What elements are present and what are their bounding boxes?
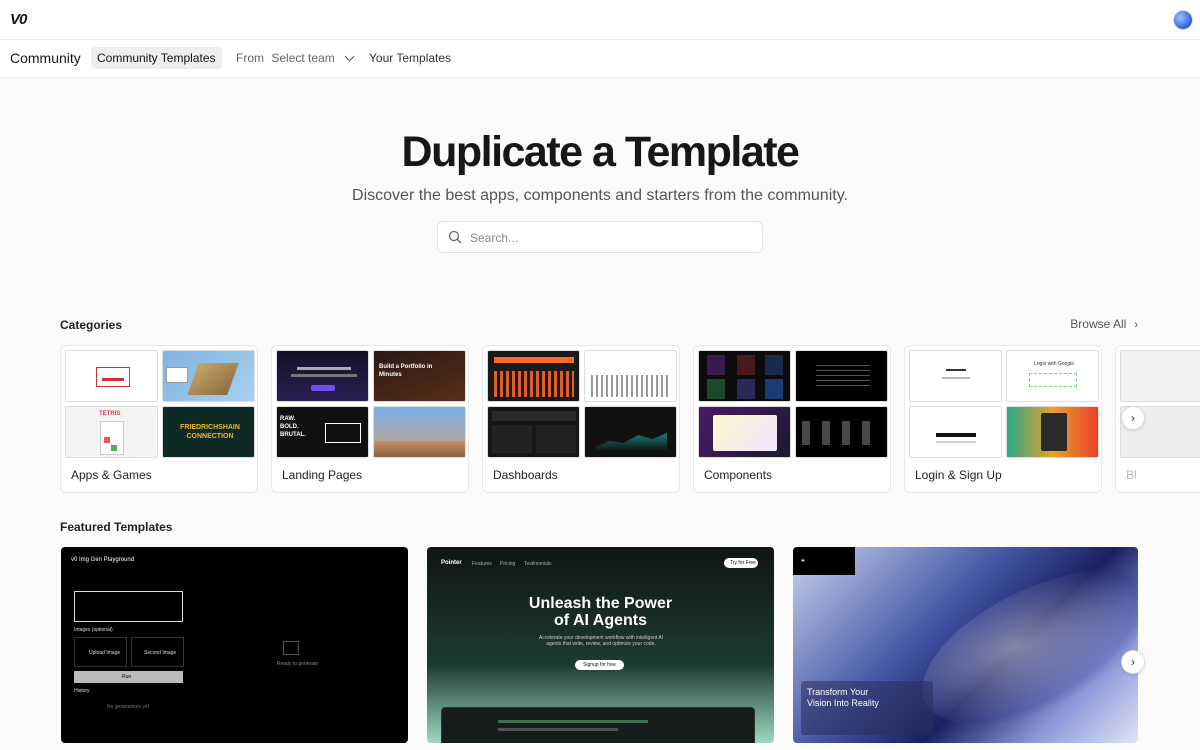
thumbnail-image <box>1006 406 1099 458</box>
featured-card-pointer[interactable]: Pointer Features Pricing Testimonials Tr… <box>427 547 774 743</box>
login-google-text: Login with Google <box>1033 361 1075 367</box>
code-editor-preview <box>441 707 755 743</box>
thumbnail-image <box>909 350 1002 402</box>
thumbnail-image <box>584 406 677 458</box>
pointer-description: Accelerate your development workflow wit… <box>538 635 664 647</box>
chevron-right-icon: › <box>1131 655 1135 669</box>
thumbnail-image: RAW. BOLD. BRUTAL. <box>276 406 369 458</box>
prompt-textarea <box>74 591 183 622</box>
pointer-headline: Unleash the Power of AI Agents <box>528 595 673 629</box>
thumbnail-image <box>162 350 255 402</box>
thumbnail-image <box>276 350 369 402</box>
featured-next-button[interactable]: › <box>1121 650 1145 674</box>
sub-nav: Community Community Templates From Selec… <box>0 40 1200 78</box>
nav-link: Testimonials <box>524 561 552 567</box>
logo-badge: ❝ <box>793 547 855 575</box>
thumbnail-image: Login with Google <box>1006 350 1099 402</box>
thumbnail-image <box>698 350 791 402</box>
categories-heading: Categories <box>60 318 123 332</box>
browse-all-link[interactable]: Browse All › <box>1070 317 1138 331</box>
top-bar: V0 <box>0 0 1200 40</box>
category-thumbnails <box>486 349 678 458</box>
category-card-landing-pages[interactable]: Build a Portfolio in Minutes RAW. BOLD. … <box>271 345 469 493</box>
pointer-brand: Pointer <box>441 560 462 566</box>
thumbnail-image <box>909 406 1002 458</box>
category-card-apps-games[interactable]: TETRIS FRIEDRICHSHAIN CONNECTION Apps & … <box>60 345 258 493</box>
category-card-login-signup[interactable]: Login with Google Login & Sign Up <box>904 345 1102 493</box>
thumbnail-image <box>795 406 888 458</box>
from-label: From <box>236 51 264 65</box>
featured-heading: Featured Templates <box>60 520 173 534</box>
category-label: Dashboards <box>493 468 558 482</box>
v0-logo[interactable]: V0 <box>10 11 27 28</box>
category-label: Bl <box>1126 468 1137 482</box>
category-thumbnails: TETRIS FRIEDRICHSHAIN CONNECTION <box>64 349 256 458</box>
thumbnail-image <box>487 406 580 458</box>
category-label: Landing Pages <box>282 468 363 482</box>
thumbnail-image <box>698 406 791 458</box>
category-card-components[interactable]: Components <box>693 345 891 493</box>
search-input[interactable] <box>470 228 750 248</box>
category-card-dashboards[interactable]: Dashboards <box>482 345 680 493</box>
thumbnail-image <box>795 350 888 402</box>
try-free-button: Try for Free <box>724 558 758 568</box>
chevron-right-icon: › <box>1134 319 1138 331</box>
chevron-down-icon <box>344 51 355 62</box>
search-box[interactable] <box>437 221 763 253</box>
category-thumbnails <box>697 349 889 458</box>
category-label: Apps & Games <box>71 468 152 482</box>
category-thumbnails: Login with Google <box>908 349 1100 458</box>
raw-bold-brutal: RAW. BOLD. BRUTAL. <box>280 416 306 438</box>
history-label: History <box>74 688 90 694</box>
upload-box: Upload Image <box>74 637 127 667</box>
category-label: Components <box>704 468 773 482</box>
signup-button: Signup for free <box>575 660 624 670</box>
empty-history-text: No generations yet <box>107 704 149 710</box>
tab-your-templates[interactable]: Your Templates <box>363 47 457 69</box>
featured-card-transform[interactable]: ❝ Transform Your Vision Into Reality <box>793 547 1138 743</box>
tetris-title: TETRIS <box>99 411 121 417</box>
thumbnail-image <box>1120 350 1200 402</box>
second-upload-box: Second Image <box>131 637 184 667</box>
search-icon <box>448 230 462 244</box>
category-label: Login & Sign Up <box>915 468 1002 482</box>
team-select-value: Select team <box>271 51 335 65</box>
run-button: Run <box>74 671 183 683</box>
featured-app-title: v0 Img Gen Playground <box>71 557 135 563</box>
ready-text: Ready to generate <box>277 661 319 667</box>
featured-card-img-gen[interactable]: v0 Img Gen Playground Images (optional) … <box>61 547 408 743</box>
thumbnail-image: Build a Portfolio in Minutes <box>373 350 466 402</box>
page-section-title[interactable]: Community <box>10 50 81 66</box>
thumbnail-image <box>584 350 677 402</box>
portfolio-headline: Build a Portfolio in Minutes <box>379 364 433 378</box>
thumbnail-image: TETRIS <box>65 406 158 458</box>
thumbnail-image <box>65 350 158 402</box>
tab-community-templates[interactable]: Community Templates <box>91 47 222 69</box>
page-title: Duplicate a Template <box>401 128 800 176</box>
image-placeholder-icon <box>283 641 299 655</box>
categories-next-button[interactable]: › <box>1121 406 1145 430</box>
user-avatar[interactable] <box>1173 10 1193 30</box>
images-label: Images (optional) <box>74 627 113 633</box>
hero-text-panel: Transform Your Vision Into Reality <box>801 681 933 735</box>
thumbnail-image: FRIEDRICHSHAIN CONNECTION <box>162 406 255 458</box>
transform-headline: Transform Your Vision Into Reality <box>807 687 879 708</box>
nav-link: Pricing <box>500 561 516 567</box>
thumbnail-image <box>487 350 580 402</box>
browse-all-label: Browse All <box>1070 317 1127 331</box>
thumbnail-image <box>373 406 466 458</box>
page-subtitle: Discover the best apps, components and s… <box>352 187 848 204</box>
category-thumbnails: Build a Portfolio in Minutes RAW. BOLD. … <box>275 349 467 458</box>
chevron-right-icon: › <box>1131 411 1135 425</box>
team-select-dropdown[interactable]: From Select team <box>230 47 359 69</box>
nav-link: Features <box>472 561 492 567</box>
friedrichshain-title: FRIEDRICHSHAIN CONNECTION <box>180 424 240 440</box>
